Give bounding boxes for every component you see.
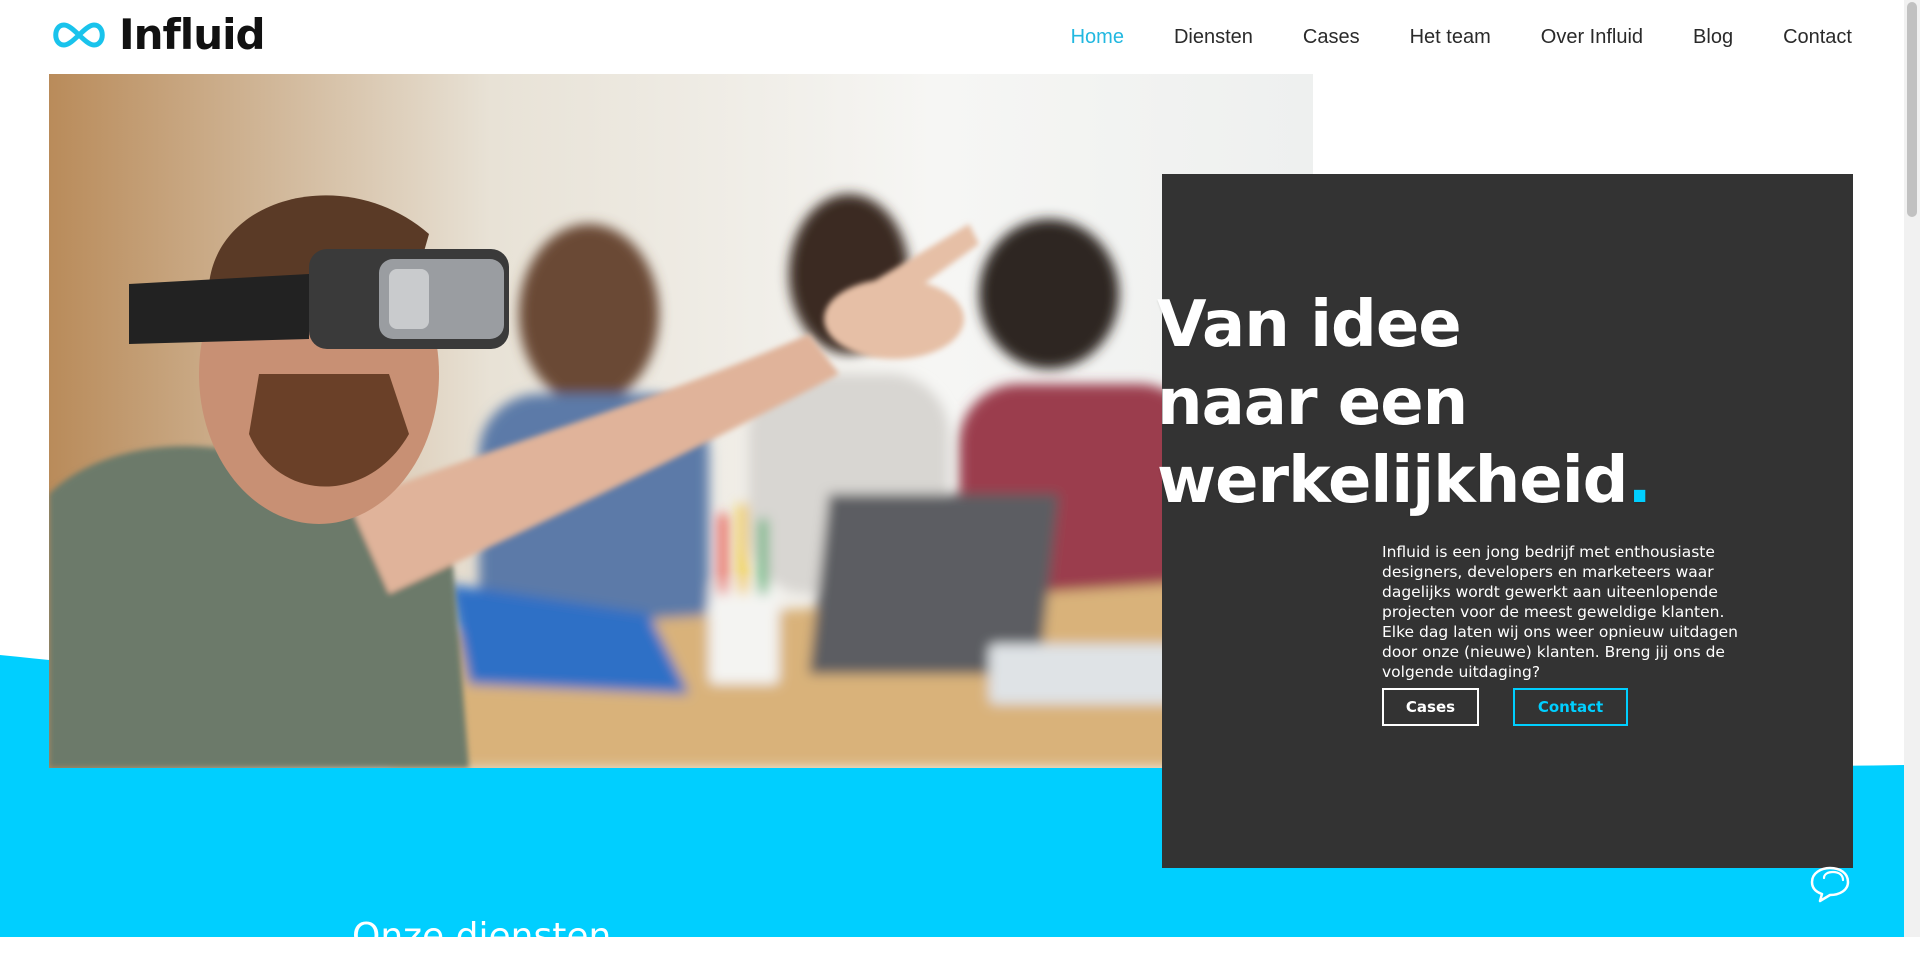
cases-button[interactable]: Cases [1382, 688, 1479, 726]
hero-intro: Influid is een jong bedrijf met enthousi… [1382, 542, 1738, 681]
nav-cases[interactable]: Cases [1303, 24, 1360, 50]
site-header: Influid Home Diensten Cases Het team Ove… [0, 0, 1904, 74]
nav-diensten[interactable]: Diensten [1174, 24, 1253, 50]
nav-contact[interactable]: Contact [1783, 24, 1852, 50]
logo[interactable]: Influid [49, 10, 266, 59]
nav-blog[interactable]: Blog [1693, 24, 1733, 50]
hero-headline: Van idee naar een werkelijkheid. [1157, 286, 1652, 520]
infinity-icon [53, 22, 105, 48]
chat-bubbles-icon[interactable] [1806, 864, 1854, 904]
hero-panel [1162, 174, 1853, 868]
hero-photo [49, 74, 1313, 768]
headline-accent-dot: . [1627, 443, 1651, 518]
logo-text: Influid [119, 10, 266, 59]
headline-line-2: naar een [1157, 365, 1468, 440]
scrollbar[interactable] [1904, 0, 1920, 937]
scrollbar-thumb[interactable] [1907, 2, 1917, 217]
main-nav: Home Diensten Cases Het team Over Influi… [1071, 24, 1852, 50]
contact-button[interactable]: Contact [1513, 688, 1628, 726]
nav-over-influid[interactable]: Over Influid [1541, 24, 1643, 50]
services-section-title: Onze diensten [352, 916, 612, 957]
headline-line-3: werkelijkheid [1157, 443, 1628, 518]
nav-home[interactable]: Home [1071, 24, 1124, 50]
nav-het-team[interactable]: Het team [1410, 24, 1491, 50]
headline-line-1: Van idee [1157, 287, 1462, 362]
